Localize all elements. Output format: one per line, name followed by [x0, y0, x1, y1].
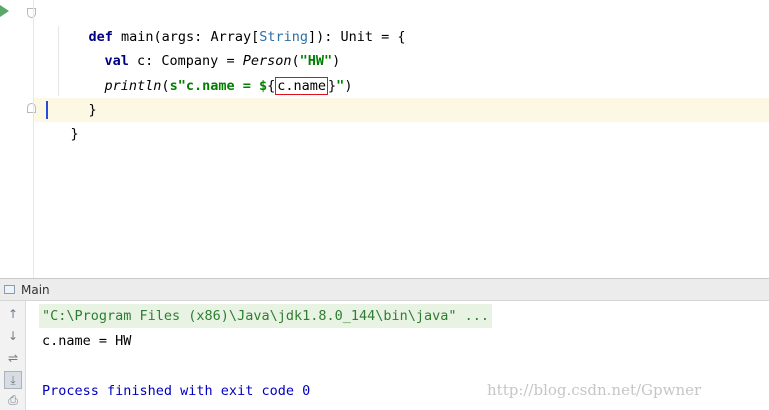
gutter-separator: [33, 0, 34, 278]
code-line-5[interactable]: }: [38, 98, 79, 142]
run-config-icon: [4, 285, 15, 294]
paren: (: [161, 78, 170, 94]
string-interpolation-prefix: s"c.name =: [169, 78, 259, 94]
console-command-line[interactable]: "C:\Program Files (x86)\Java\jdk1.8.0_14…: [39, 304, 493, 328]
text-caret: [46, 101, 48, 119]
fold-start-icon[interactable]: [27, 8, 36, 18]
code-line-4[interactable]: }: [56, 74, 97, 118]
run-gutter-icon[interactable]: [0, 5, 9, 17]
run-tool-window-header[interactable]: Main: [0, 278, 769, 301]
code-line-3[interactable]: println(s"c.name = ${c.name}"): [72, 50, 352, 95]
console-output-line: c.name = HW: [42, 333, 132, 349]
run-tab-title[interactable]: Main: [21, 279, 50, 301]
down-arrow-icon[interactable]: ↓: [4, 327, 22, 345]
current-line-highlight: [0, 98, 769, 122]
code-editor[interactable]: def main(args: Array[String]): Unit = { …: [0, 0, 769, 278]
console-toolbar: ↑ ↓ ⇌ ⤓ ⎙: [0, 301, 26, 410]
closing-brace: }: [88, 102, 97, 118]
editor-gutter[interactable]: [0, 0, 36, 278]
soft-wrap-icon[interactable]: ⇌: [4, 349, 22, 367]
closing-brace: }: [70, 126, 79, 142]
function-println: println: [104, 78, 162, 94]
console-exit-line: Process finished with exit code 0: [42, 383, 311, 399]
interpolation-dollar: $: [258, 78, 268, 94]
print-icon[interactable]: ⎙: [4, 391, 22, 409]
scroll-to-end-icon[interactable]: ⤓: [4, 371, 22, 389]
up-arrow-icon[interactable]: ↑: [4, 305, 22, 323]
watermark-text: http://blog.csdn.net/Gpwner: [487, 381, 702, 399]
fold-end-icon[interactable]: [27, 103, 36, 113]
highlighted-expression: c.name: [275, 77, 329, 95]
paren: ): [344, 78, 353, 94]
brace-close: }: [328, 78, 337, 94]
code-line-2[interactable]: val c: Company = Person("HW"): [72, 25, 341, 69]
code-line-1[interactable]: def main(args: Array[String]): Unit = {: [56, 1, 406, 45]
